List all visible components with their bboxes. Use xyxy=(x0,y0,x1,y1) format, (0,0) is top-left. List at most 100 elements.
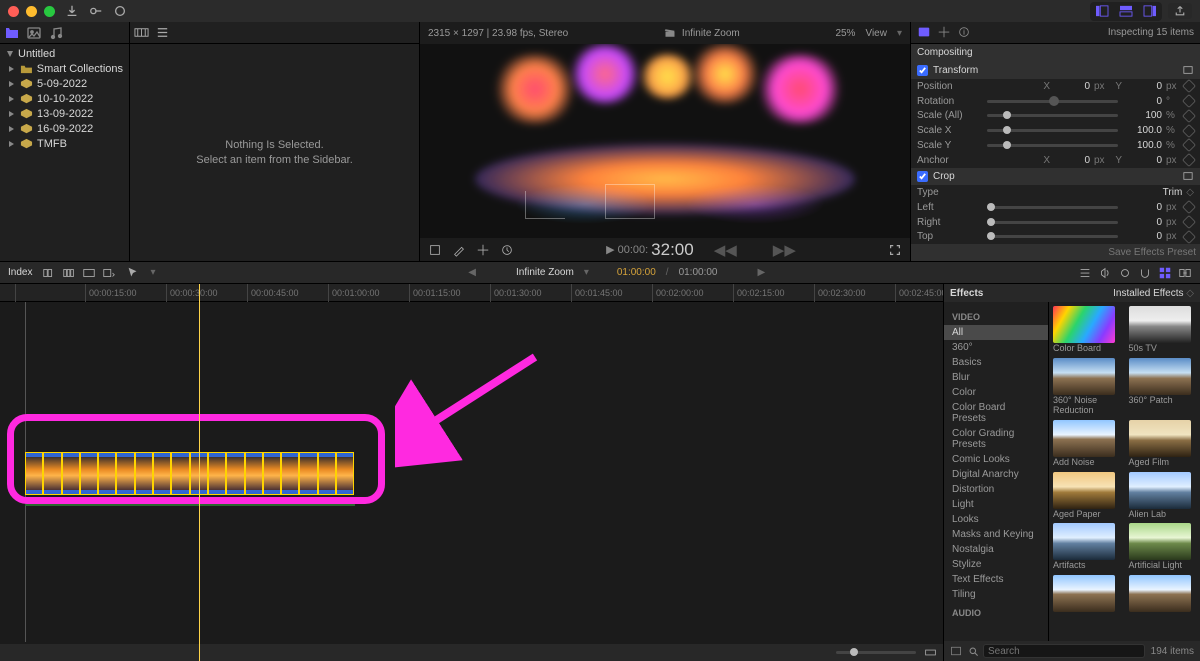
effect-item[interactable]: Color Board xyxy=(1053,306,1121,354)
sidebar-item[interactable]: Smart Collections xyxy=(4,61,125,76)
audio-skim-icon[interactable] xyxy=(1098,266,1112,280)
background-tasks-icon[interactable] xyxy=(113,4,127,18)
timeline-clip[interactable] xyxy=(98,452,116,495)
timeline-clip[interactable] xyxy=(62,452,80,495)
timeline-clip[interactable] xyxy=(171,452,189,495)
generator-inspector-icon[interactable] xyxy=(937,25,951,39)
timeline-clip[interactable] xyxy=(336,452,354,495)
index-button[interactable]: Index xyxy=(8,267,32,278)
effects-category[interactable]: Masks and Keying xyxy=(944,527,1048,542)
enhance-icon[interactable] xyxy=(476,243,490,257)
timeline-clip[interactable] xyxy=(208,452,226,495)
clip-settings-icon[interactable] xyxy=(924,646,937,659)
effect-item[interactable] xyxy=(1053,575,1121,613)
section-compositing[interactable]: Compositing xyxy=(911,44,1200,62)
timecode-display[interactable]: ▶ 00:00:32:00 ◀◀ ▶▶ xyxy=(606,240,796,260)
fullscreen-icon[interactable] xyxy=(888,243,902,257)
effects-category[interactable]: 360° xyxy=(944,340,1048,355)
section-reset-icon[interactable] xyxy=(1182,65,1194,75)
effects-browser-icon[interactable] xyxy=(1158,266,1172,280)
effects-category[interactable]: Looks xyxy=(944,512,1048,527)
effects-category[interactable]: Text Effects xyxy=(944,572,1048,587)
effect-item[interactable]: Aged Film xyxy=(1129,420,1197,468)
effect-item[interactable]: Artificial Light xyxy=(1129,523,1197,571)
color-tool-icon[interactable] xyxy=(452,243,466,257)
effects-category[interactable]: Stylize xyxy=(944,557,1048,572)
timeline-clip[interactable] xyxy=(80,452,98,495)
view-menu[interactable]: View xyxy=(865,28,887,39)
effects-category[interactable]: Basics xyxy=(944,355,1048,370)
info-inspector-icon[interactable] xyxy=(957,25,971,39)
timeline-clip[interactable] xyxy=(299,452,317,495)
timeline-zoom-slider[interactable] xyxy=(836,651,916,654)
library-icon[interactable] xyxy=(4,25,20,41)
effects-category[interactable]: All xyxy=(944,325,1048,340)
effects-category[interactable]: Blur xyxy=(944,370,1048,385)
effects-category[interactable]: Color Grading Presets xyxy=(944,426,1048,452)
section-transform[interactable]: Transform xyxy=(911,61,1200,79)
minimize-window[interactable] xyxy=(26,6,37,17)
timeline-clip[interactable] xyxy=(153,452,171,495)
effect-item[interactable]: 360° Patch xyxy=(1129,358,1197,416)
snap-icon[interactable] xyxy=(1138,266,1152,280)
playhead[interactable] xyxy=(199,284,200,661)
theme-filter-icon[interactable] xyxy=(950,645,962,657)
effects-category[interactable]: Digital Anarchy xyxy=(944,467,1048,482)
timeline-ruler[interactable]: 00:00:15:0000:00:30:0000:00:45:0000:01:0… xyxy=(0,284,943,302)
import-icon[interactable] xyxy=(65,4,79,18)
sidebar-item[interactable]: 13-09-2022 xyxy=(4,106,125,121)
viewer-canvas[interactable] xyxy=(420,44,910,238)
selected-clips[interactable] xyxy=(25,452,354,497)
effects-category[interactable]: Distortion xyxy=(944,482,1048,497)
clip-appearance-icon2[interactable] xyxy=(62,266,76,280)
skimming-icon[interactable] xyxy=(1078,266,1092,280)
clip-appearance-icon3[interactable] xyxy=(82,266,96,280)
solo-icon[interactable] xyxy=(1118,266,1132,280)
effect-item[interactable]: 360° Noise Reduction xyxy=(1053,358,1121,416)
music-source-icon[interactable] xyxy=(48,25,64,41)
sidebar-item[interactable]: 10-10-2022 xyxy=(4,91,125,106)
zoom-level[interactable]: 25% xyxy=(835,28,855,39)
retime-icon[interactable] xyxy=(500,243,514,257)
effect-item[interactable]: Alien Lab xyxy=(1129,472,1197,520)
timeline-clip[interactable] xyxy=(135,452,153,495)
crop-checkbox[interactable] xyxy=(917,171,928,182)
effect-item[interactable]: Add Noise xyxy=(1053,420,1121,468)
effects-category[interactable]: Light xyxy=(944,497,1048,512)
effects-category[interactable]: Color xyxy=(944,385,1048,400)
share-button[interactable] xyxy=(1168,3,1192,19)
timeline-clip[interactable] xyxy=(43,452,61,495)
effect-item[interactable]: 50s TV xyxy=(1129,306,1197,354)
video-inspector-icon[interactable] xyxy=(917,25,931,39)
timeline-clip[interactable] xyxy=(245,452,263,495)
section-crop[interactable]: Crop xyxy=(911,168,1200,186)
timeline[interactable]: 00:00:15:0000:00:30:0000:00:45:0000:01:0… xyxy=(0,284,943,661)
transform-tool-icon[interactable] xyxy=(428,243,442,257)
filmstrip-view-icon[interactable] xyxy=(134,25,149,40)
keyword-icon[interactable] xyxy=(89,4,103,18)
effects-category[interactable]: Comic Looks xyxy=(944,452,1048,467)
timeline-clip[interactable] xyxy=(116,452,134,495)
sidebar-item[interactable]: 5-09-2022 xyxy=(4,76,125,91)
search-input[interactable] xyxy=(983,644,1145,658)
photos-source-icon[interactable] xyxy=(26,25,42,41)
sidebar-item[interactable]: TMFB xyxy=(4,136,125,151)
list-view-icon[interactable] xyxy=(155,25,170,40)
effects-category[interactable]: Tiling xyxy=(944,587,1048,602)
timeline-clip[interactable] xyxy=(25,452,43,495)
project-name[interactable]: Infinite Zoom xyxy=(516,267,574,278)
clip-appearance-icon[interactable] xyxy=(42,266,56,280)
effect-item[interactable] xyxy=(1129,575,1197,613)
installed-effects[interactable]: Installed Effects xyxy=(1113,288,1183,299)
effect-item[interactable]: Artifacts xyxy=(1053,523,1121,571)
clip-appearance-menu[interactable] xyxy=(102,266,116,280)
transitions-browser-icon[interactable] xyxy=(1178,266,1192,280)
sidebar-item[interactable]: 16-09-2022 xyxy=(4,121,125,136)
library-root[interactable]: Untitled xyxy=(4,46,125,61)
select-tool-icon[interactable] xyxy=(126,266,140,280)
fullscreen-window[interactable] xyxy=(44,6,55,17)
timeline-clip[interactable] xyxy=(263,452,281,495)
timeline-clip[interactable] xyxy=(226,452,244,495)
close-window[interactable] xyxy=(8,6,19,17)
layout-segmented[interactable] xyxy=(1090,2,1162,21)
